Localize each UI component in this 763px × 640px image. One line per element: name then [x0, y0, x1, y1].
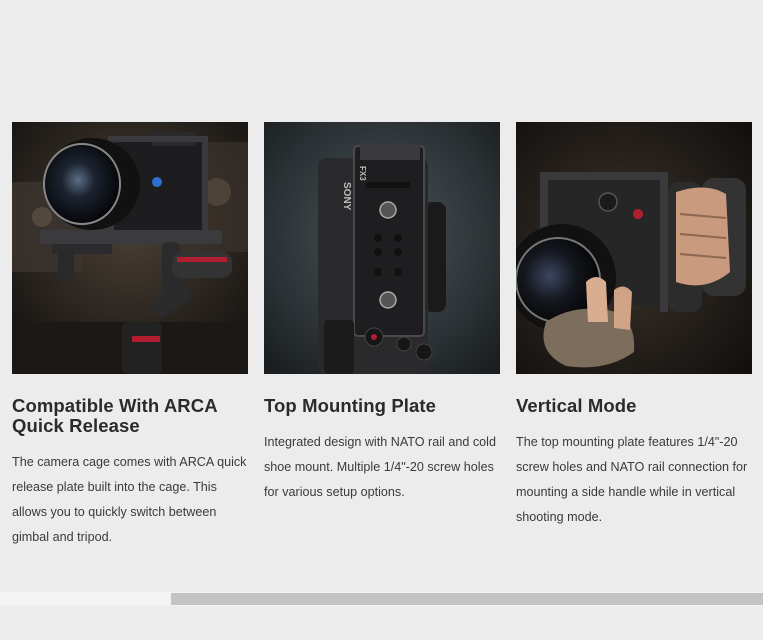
feature-section: Compatible With ARCA Quick Release The c…	[0, 0, 763, 640]
vertical-mode-photo	[516, 122, 752, 374]
feature-description: The top mounting plate features 1/4"-20 …	[516, 435, 748, 524]
model-text: FX3	[358, 166, 367, 181]
feature-description: Integrated design with NATO rail and col…	[264, 435, 496, 499]
feature-description: The camera cage comes with ARCA quick re…	[12, 455, 247, 544]
feature-title: Vertical Mode	[516, 395, 637, 416]
top-mounting-plate-photo: SONY FX3	[264, 122, 500, 374]
camera-on-gimbal-photo	[12, 122, 248, 374]
feature-card-vertical: Vertical Mode The top mounting plate fea…	[516, 122, 752, 530]
feature-title: Compatible With ARCA Quick Release	[12, 395, 217, 436]
feature-card-arca: Compatible With ARCA Quick Release The c…	[12, 122, 248, 550]
feature-card-top-plate: SONY FX3 Top Mounting Plate Integrated d…	[264, 122, 500, 505]
brand-text: SONY	[341, 182, 352, 211]
horizontal-scrollbar-thumb[interactable]	[171, 593, 763, 605]
feature-title: Top Mounting Plate	[264, 395, 437, 416]
